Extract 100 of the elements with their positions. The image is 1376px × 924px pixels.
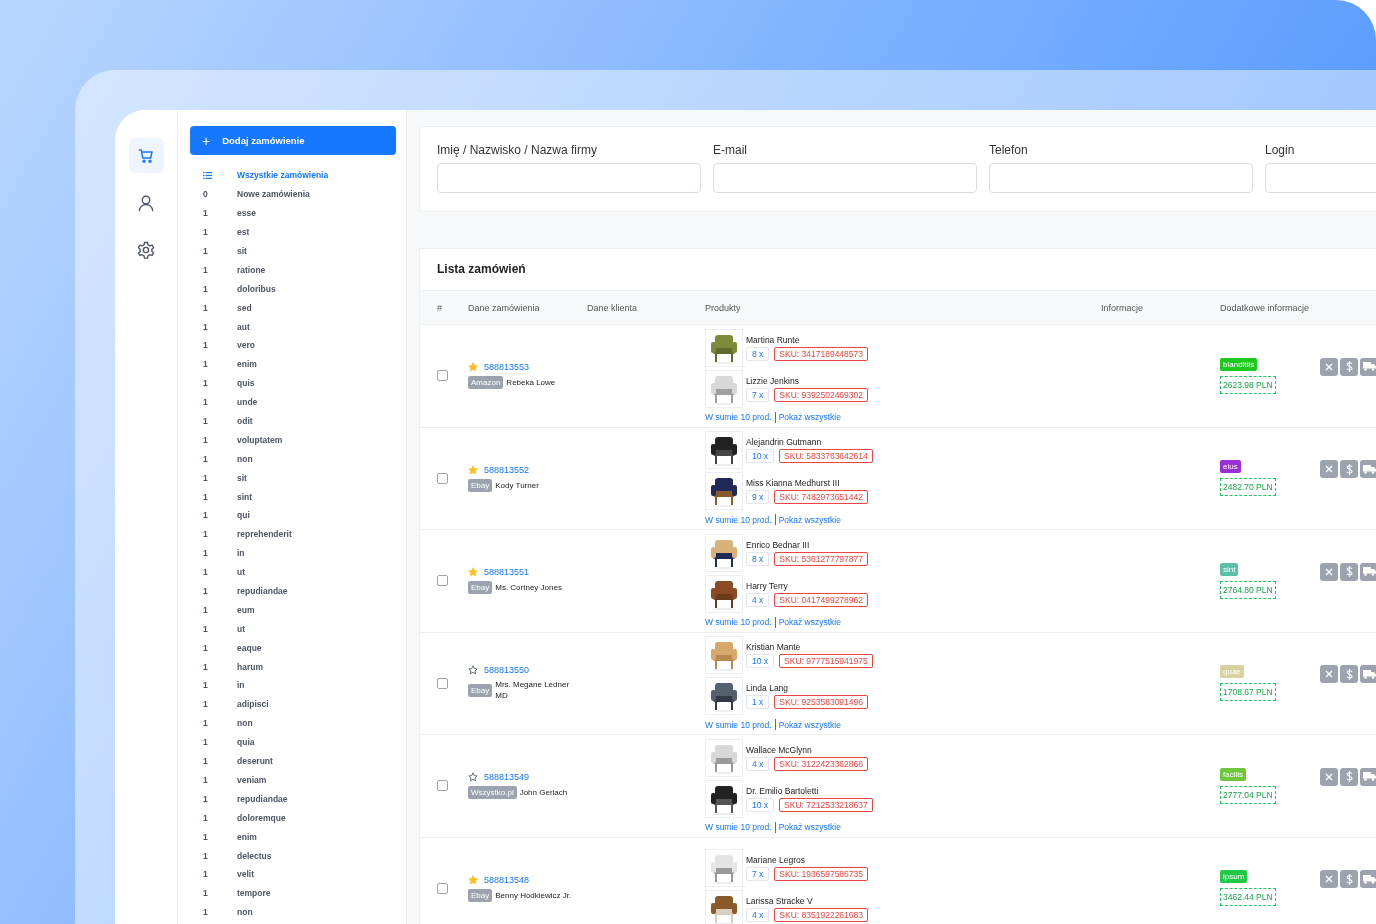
payment-button[interactable] [1340,767,1358,786]
product-total-link[interactable]: W sumie 10 prod. [705,514,772,525]
order-status-link[interactable]: adipisci [237,699,269,710]
shipping-button[interactable] [1360,562,1376,581]
client-name: Ms. Cortney Jones [495,582,562,594]
input-field[interactable] [437,163,701,193]
cancel-button[interactable] [1320,562,1338,581]
payment-button[interactable] [1340,562,1358,581]
order-number-link[interactable]: 588813549 [484,772,530,783]
order-status-link[interactable]: enim [237,359,257,370]
order-number-link[interactable]: 588813552 [484,464,530,475]
order-status-link[interactable]: eaque [237,642,262,653]
show-all-link[interactable]: Pokaż wszystkie [778,412,841,423]
order-number-link[interactable]: 588813548 [484,874,530,885]
order-status-link[interactable]: ut [237,567,246,578]
checkbox[interactable] [437,780,448,792]
checkbox[interactable] [437,882,448,894]
order-status-link[interactable]: Wszystkie zamówienia [237,170,329,181]
order-status-link[interactable]: delectus [237,850,272,861]
order-status-link[interactable]: velit [237,869,254,880]
order-status-link[interactable]: eum [237,604,255,615]
order-status-link[interactable]: voluptatem [237,434,283,445]
order-status-link[interactable]: esse [237,208,256,219]
cancel-button[interactable] [1320,665,1338,684]
order-status-link[interactable]: non [237,453,253,464]
order-status-link[interactable]: repudiandae [237,793,288,804]
order-status-link[interactable]: sit [237,246,247,256]
shipping-button[interactable] [1360,460,1376,479]
product-total-link[interactable]: W sumie 10 prod. [705,719,772,730]
checkbox[interactable] [437,677,448,689]
payment-button[interactable] [1340,460,1358,479]
cancel-button[interactable] [1320,870,1338,889]
sku-label: SKU: 8351922261683 [774,907,868,922]
show-all-link[interactable]: Pokaż wszystkie [778,719,841,730]
order-status-link[interactable]: repudiandae [237,586,288,597]
order-status-link[interactable]: tempore [237,888,271,899]
cancel-button[interactable] [1320,357,1338,376]
payment-button[interactable] [1340,357,1358,376]
order-status-link[interactable]: deserunt [237,756,273,767]
payment-button[interactable] [1340,665,1358,684]
order-count: 1 [203,246,209,256]
quantity-label: 4 x [746,592,770,607]
checkbox[interactable] [437,370,448,382]
order-status-link[interactable]: non [237,718,253,729]
order-status-link[interactable]: ut [237,623,246,634]
order-status-link[interactable]: qui [237,510,250,521]
star-icon[interactable] [468,772,478,783]
product-total-link[interactable]: W sumie 10 prod. [705,617,772,628]
payment-button[interactable] [1340,870,1358,889]
input-field[interactable] [989,163,1253,193]
order-status-link[interactable]: sit [237,472,247,483]
input-field[interactable] [713,163,977,193]
shipping-button[interactable] [1360,665,1376,684]
order-status-link[interactable]: doloremque [237,812,286,823]
checkbox[interactable] [437,472,448,484]
order-status-link[interactable]: est [237,227,250,238]
order-status-link[interactable]: non [237,907,253,918]
truck-icon [1362,874,1376,884]
show-all-link[interactable]: Pokaż wszystkie [778,822,841,833]
show-all-link[interactable]: Pokaż wszystkie [778,514,841,525]
show-all-link[interactable]: Pokaż wszystkie [778,617,841,628]
shipping-button[interactable] [1360,767,1376,786]
checkbox[interactable] [437,575,448,587]
order-count: 1 [203,453,209,464]
order-status-link[interactable]: Nowe zamówienia [237,189,310,200]
order-number-link[interactable]: 588813551 [484,567,530,578]
order-status-link[interactable]: harum [237,661,263,672]
source-label: Ebay [468,888,493,902]
shipping-button[interactable] [1360,357,1376,376]
add-order-button[interactable]: + Dodaj zamówienie [190,126,396,155]
tag-label: sint [1220,562,1239,576]
order-status-link[interactable]: sed [237,302,252,313]
order-status-link[interactable]: reprehenderit [237,529,292,540]
quantity-label: 1 x [746,695,770,710]
order-status-link[interactable]: unde [237,397,258,408]
order-status-link[interactable]: quia [237,737,255,748]
order-status-link[interactable]: veniam [237,774,267,785]
order-status-link[interactable]: aut [237,321,250,332]
order-status-link[interactable]: in [237,548,245,559]
order-number-link[interactable]: 588813550 [484,665,530,676]
order-status-link[interactable]: quis [237,378,255,389]
product-total-link[interactable]: W sumie 10 prod. [705,412,772,423]
cancel-button[interactable] [1320,460,1338,479]
column-header: Informacje [1101,302,1145,313]
order-status-link[interactable]: enim [237,831,257,842]
order-number-link[interactable]: 588813553 [484,362,530,373]
order-status-link[interactable]: in [237,680,245,691]
star-icon[interactable] [468,665,478,676]
order-count: 1 [203,567,209,578]
order-status-link[interactable]: sint [237,491,253,502]
cart-tab[interactable] [128,138,164,173]
product-total-link[interactable]: W sumie 10 prod. [705,822,772,833]
order-status-link[interactable]: ratione [237,264,266,275]
shipping-button[interactable] [1360,870,1376,889]
cancel-button[interactable] [1320,767,1338,786]
order-status-link[interactable]: odit [237,416,253,426]
order-status-link[interactable]: vero [237,340,255,351]
sku-label: SKU: 7482973651442 [774,490,868,505]
order-status-link[interactable]: doloribus [237,283,276,294]
product-name: Linda Lang [746,683,790,694]
